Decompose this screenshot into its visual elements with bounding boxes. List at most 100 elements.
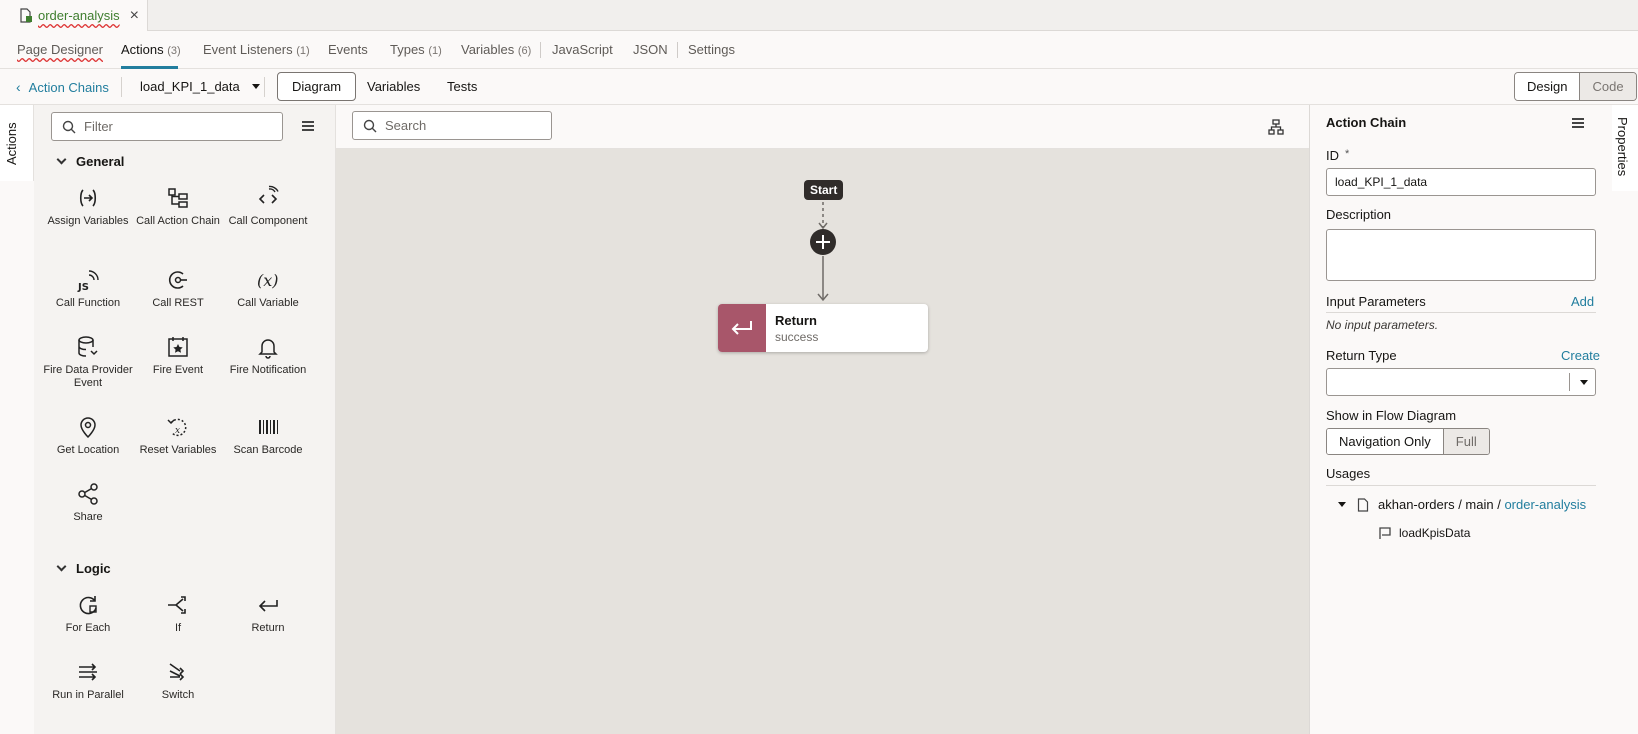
actions-palette: Filter General Assign Variables Call Act…	[34, 105, 336, 734]
properties-menu-icon[interactable]	[1572, 118, 1584, 128]
palette-item-fire-notification[interactable]: Fire Notification	[223, 334, 313, 377]
usage-event-row[interactable]: loadKpisData	[1378, 526, 1470, 540]
toolbar-divider	[121, 77, 122, 97]
palette-item-share[interactable]: Share	[43, 481, 133, 524]
tab-settings[interactable]: Settings	[688, 42, 735, 57]
switch-icon	[169, 663, 185, 681]
view-tests-button[interactable]: Tests	[432, 72, 492, 101]
call-action-chain-icon	[168, 188, 188, 208]
file-tab-order-analysis[interactable]: order-analysis ×	[0, 0, 148, 31]
id-input[interactable]: load_KPI_1_data	[1326, 168, 1596, 196]
usage-page-row[interactable]: akhan-orders / main / order-analysis	[1338, 497, 1586, 512]
section-logic-header[interactable]: Logic	[56, 561, 111, 576]
palette-item-call-variable[interactable]: (x) Call Variable	[223, 267, 313, 310]
full-button[interactable]: Full	[1443, 429, 1489, 454]
editor-tabs: Page Designer Actions (3) Event Listener…	[0, 31, 1638, 69]
description-label: Description	[1326, 207, 1392, 222]
palette-item-fire-data-provider-event[interactable]: Fire Data Provider Event	[43, 334, 133, 390]
call-component-icon	[258, 185, 279, 204]
tab-page-designer[interactable]: Page Designer	[17, 42, 103, 57]
barcode-icon	[259, 420, 278, 434]
palette-item-fire-event[interactable]: Fire Event	[133, 334, 223, 377]
tab-actions[interactable]: Actions (3)	[121, 42, 181, 57]
tab-events[interactable]: Events	[328, 42, 368, 57]
design-code-toggle: Design Code	[1514, 72, 1637, 101]
input-parameters-label: Input Parameters	[1326, 294, 1426, 309]
tab-json[interactable]: JSON	[633, 42, 668, 57]
palette-item-call-rest[interactable]: Call REST	[133, 267, 223, 310]
properties-side-tab[interactable]: Properties	[1612, 105, 1638, 191]
action-chain-selector[interactable]: load_KPI_1_data	[140, 79, 260, 94]
tab-divider	[540, 42, 541, 58]
return-node-band	[718, 304, 766, 352]
filter-input[interactable]: Filter	[51, 112, 283, 141]
start-node[interactable]: Start	[804, 180, 844, 200]
add-parameter-link[interactable]: Add	[1571, 294, 1594, 309]
navigation-only-button[interactable]: Navigation Only	[1327, 429, 1444, 454]
diagram-canvas[interactable]: Start Return success	[336, 149, 1309, 734]
tab-variables[interactable]: Variables (6)	[461, 42, 531, 57]
parallel-icon	[79, 663, 97, 681]
return-type-select[interactable]	[1326, 368, 1596, 396]
return-node[interactable]: Return success	[718, 304, 928, 352]
palette-item-return[interactable]: Return	[223, 592, 313, 635]
view-variables-button[interactable]: Variables	[352, 72, 435, 101]
back-to-action-chains-link[interactable]: ‹ Action Chains	[16, 79, 109, 95]
palette-item-assign-variables[interactable]: Assign Variables	[43, 185, 133, 228]
usages-label: Usages	[1326, 466, 1371, 481]
divider	[1326, 312, 1596, 313]
description-textarea[interactable]	[1326, 229, 1596, 281]
view-diagram-button[interactable]: Diagram	[277, 72, 357, 101]
toolbar-divider	[264, 77, 265, 97]
action-chain-toolbar: ‹ Action Chains load_KPI_1_data Diagram …	[0, 69, 1638, 105]
search-icon	[62, 120, 76, 133]
file-tab-bar: order-analysis ×	[0, 0, 1638, 31]
palette-item-scan-barcode[interactable]: Scan Barcode	[223, 414, 313, 457]
return-node-subtitle: success	[775, 330, 819, 344]
flag-icon	[1379, 527, 1391, 539]
tab-event-listeners[interactable]: Event Listeners (1)	[203, 42, 310, 57]
design-button[interactable]: Design	[1515, 73, 1581, 100]
palette-item-for-each[interactable]: For Each	[43, 592, 133, 635]
actions-side-tab[interactable]: Actions	[0, 105, 34, 181]
show-in-flow-label: Show in Flow Diagram	[1326, 408, 1457, 423]
id-label: ID *	[1326, 148, 1350, 163]
add-action-icon[interactable]	[810, 229, 836, 255]
chevron-left-icon: ‹	[16, 79, 21, 95]
palette-menu-icon[interactable]	[302, 121, 314, 131]
palette-item-switch[interactable]: Switch	[133, 659, 223, 702]
tab-javascript[interactable]: JavaScript	[552, 42, 613, 57]
chevron-down-icon	[56, 561, 67, 572]
no-input-parameters-text: No input parameters.	[1326, 318, 1439, 332]
palette-item-reset-variables[interactable]: x Reset Variables	[133, 414, 223, 457]
loop-icon	[79, 596, 97, 615]
caret-down-icon	[251, 84, 260, 89]
close-icon[interactable]: ×	[130, 7, 139, 24]
search-icon	[363, 119, 377, 132]
code-button[interactable]: Code	[1580, 73, 1636, 100]
palette-item-call-action-chain[interactable]: Call Action Chain	[133, 185, 223, 228]
call-function-icon: JS	[77, 270, 99, 293]
tab-types[interactable]: Types (1)	[390, 42, 442, 57]
palette-item-call-component[interactable]: Call Component	[223, 185, 313, 228]
return-icon	[731, 321, 752, 335]
palette-item-get-location[interactable]: Get Location	[43, 414, 133, 457]
diagram-toolbar: Search	[336, 105, 1309, 149]
svg-text:(x): (x)	[257, 271, 279, 290]
palette-item-if[interactable]: If	[133, 592, 223, 635]
section-general-header[interactable]: General	[56, 154, 124, 169]
svg-text:JS: JS	[77, 282, 89, 293]
call-rest-icon	[168, 271, 187, 289]
diagram-search-input[interactable]: Search	[352, 111, 552, 140]
branch-icon	[168, 596, 186, 614]
usage-page-link[interactable]: order-analysis	[1504, 497, 1586, 512]
select-divider	[1569, 373, 1570, 391]
page-file-icon	[20, 7, 32, 23]
palette-item-run-in-parallel[interactable]: Run in Parallel	[43, 659, 133, 702]
page-file-icon	[1357, 497, 1369, 512]
create-type-link[interactable]: Create	[1561, 348, 1600, 363]
auto-layout-icon[interactable]	[1268, 119, 1284, 135]
palette-item-call-function[interactable]: JS Call Function	[43, 267, 133, 310]
divider	[1326, 485, 1596, 486]
flow-diagram-toggle: Navigation Only Full	[1326, 428, 1490, 455]
